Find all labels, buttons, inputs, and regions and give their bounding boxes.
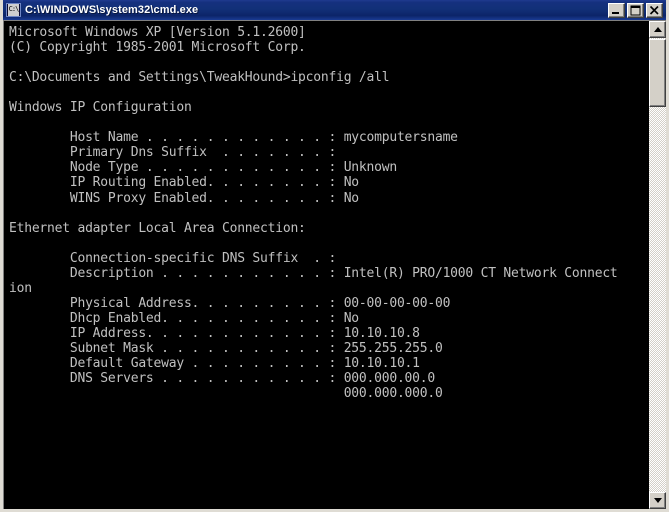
scroll-down-button[interactable]	[649, 492, 666, 509]
cmd-icon-glyph: C:\	[8, 4, 19, 16]
console-text: Microsoft Windows XP [Version 5.1.2600] …	[9, 25, 618, 402]
window-title: C:\WINDOWS\system32\cmd.exe	[25, 4, 199, 16]
cmd-icon[interactable]: C:\	[6, 3, 21, 17]
maximize-button[interactable]	[627, 2, 644, 18]
cmd-window: C:\ C:\WINDOWS\system32\cmd.exe Microsof…	[0, 0, 669, 512]
scroll-up-button[interactable]	[649, 21, 666, 38]
title-bar[interactable]: C:\ C:\WINDOWS\system32\cmd.exe	[3, 0, 666, 20]
scrollbar-thumb[interactable]	[649, 39, 666, 107]
minimize-button[interactable]	[608, 2, 625, 18]
vertical-scrollbar[interactable]	[648, 21, 666, 509]
chevron-down-icon	[653, 498, 662, 503]
scrollbar-thumb-bevel	[650, 40, 665, 106]
chevron-up-icon	[653, 27, 662, 32]
close-button[interactable]	[646, 2, 663, 18]
client-area: Microsoft Windows XP [Version 5.1.2600] …	[3, 20, 666, 509]
console-output-area[interactable]: Microsoft Windows XP [Version 5.1.2600] …	[4, 21, 648, 509]
window-controls	[608, 2, 663, 18]
